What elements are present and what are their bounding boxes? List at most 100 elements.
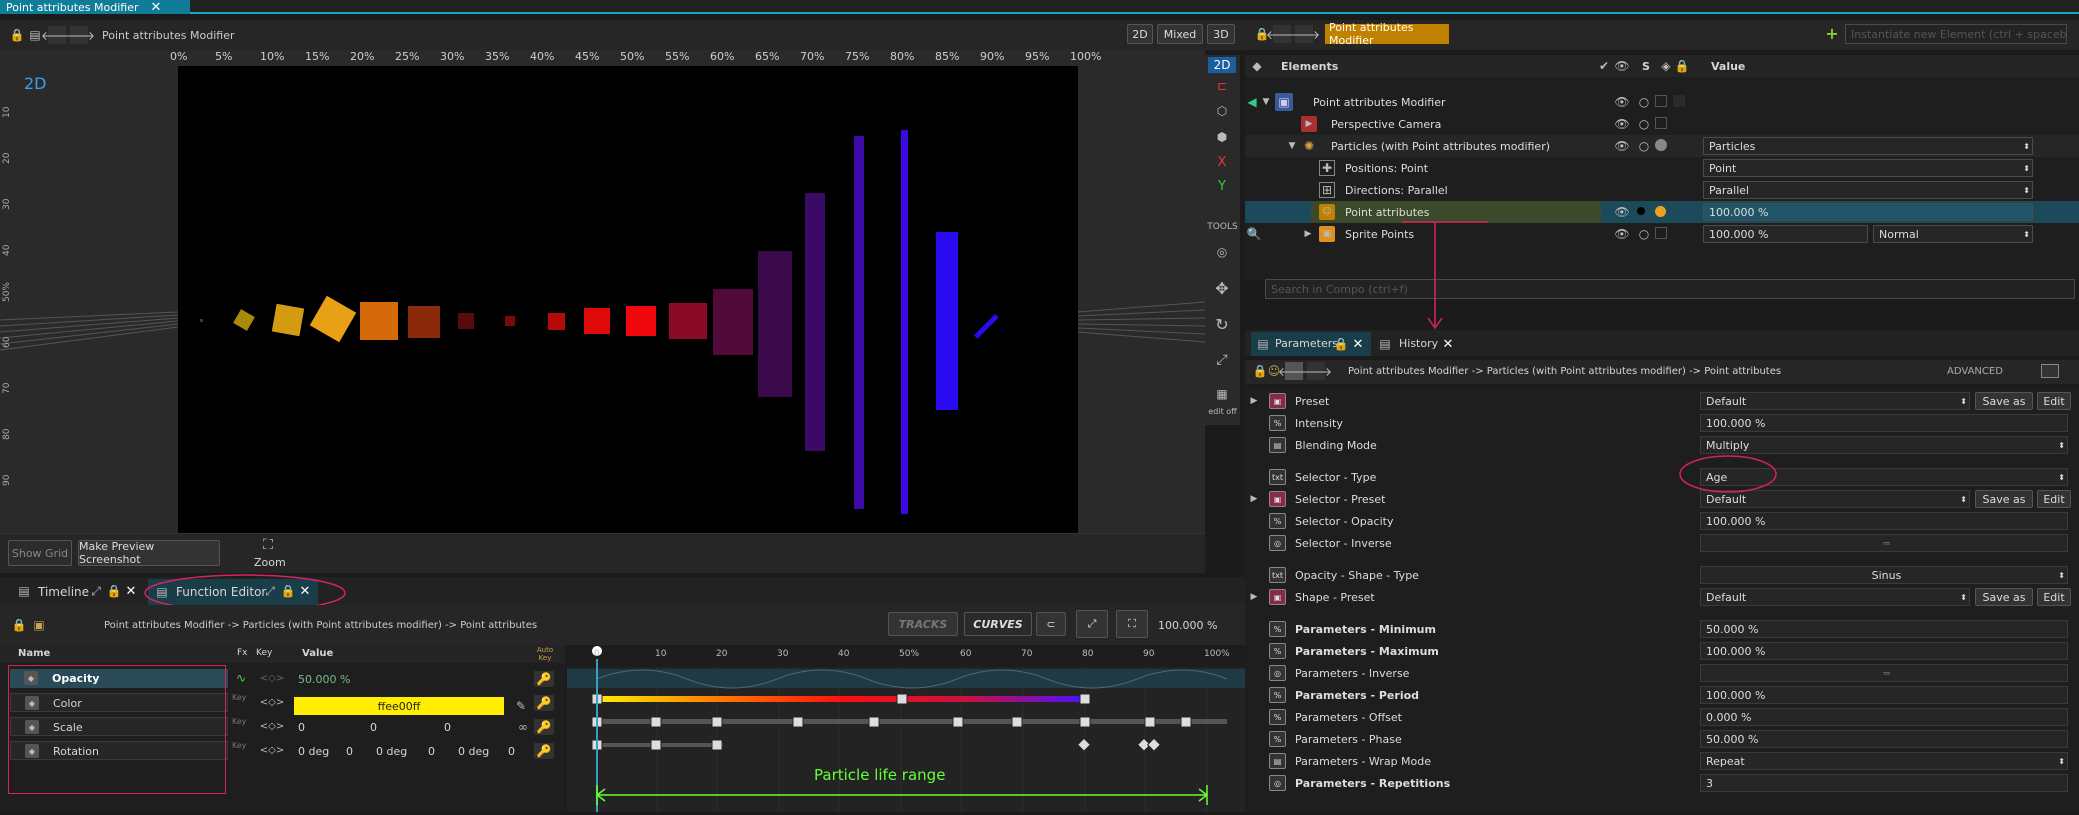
eye-icon[interactable]: 👁 [1614,117,1629,131]
param-value[interactable]: 50.000 % [1700,620,2068,638]
mode-2d-button[interactable]: 2D [1127,24,1153,44]
snap-icon[interactable]: ⊏ [1210,77,1234,95]
rotation-x-value[interactable]: 0 deg [298,745,329,758]
expand-icon[interactable]: ▶ [1249,590,1259,604]
tab-parameters[interactable]: ▤ Parameters 🔒 ✕ [1251,332,1371,356]
param-value[interactable]: Default ⬍ [1700,392,1970,410]
curves-button[interactable]: CURVES [964,612,1032,636]
color-tag-icon[interactable] [1655,227,1667,239]
edit-button[interactable]: Edit [2037,588,2071,606]
scale-link-icon[interactable]: ∞ [514,719,532,735]
param-row[interactable]: txt Selector - Type Age ⬍ [1245,466,2079,488]
point-attributes-intensity[interactable]: 100.000 % [1703,203,2033,221]
param-value[interactable]: 3 [1700,774,2068,792]
show-grid-button[interactable]: Show Grid [8,540,72,566]
element-row-directions[interactable]: ⊞ Directions: Parallel Parallel ⬍ [1245,179,2079,201]
directions-select[interactable]: Parallel ⬍ [1703,181,2033,199]
param-value[interactable]: Sinus ⬍ [1700,566,2068,584]
fe-lock-icon[interactable]: 🔒 [12,618,27,632]
sprite-blend-select[interactable]: Normal ⬍ [1873,225,2033,243]
save-as-button[interactable]: Save as [1975,392,2033,410]
timeline-lock-icon[interactable]: 🔒 [107,584,122,598]
target-icon[interactable]: ◎ [1210,241,1234,263]
rotate-icon[interactable]: ↻ [1210,313,1234,335]
opacity-key-arrows-icon[interactable]: <◇> [254,671,290,685]
param-row[interactable]: txt Opacity - Shape - Type Sinus ⬍ [1245,564,2079,586]
rotation-y-turns[interactable]: 0 [428,745,435,758]
close-icon[interactable]: ✕ [151,0,162,15]
param-row[interactable]: % Intensity 100.000 % [1245,412,2079,434]
solo-icon[interactable]: ○ [1637,95,1651,109]
tab-point-attributes-modifier[interactable]: Point attributes Modifier ✕ [0,0,190,15]
scale-z-value[interactable]: 0 [444,721,451,734]
zoom-icon[interactable]: ⛶ [256,536,280,554]
curve-mode-button[interactable]: ⊂ [1036,612,1066,636]
tab-timeline[interactable]: Timeline [38,585,89,599]
fit-horizontal-button[interactable]: ⤢ [1076,610,1108,638]
param-value[interactable]: 0.000 % [1700,708,2068,726]
scale-key-arrows-icon[interactable]: <◇> [254,719,290,733]
color-autokey-icon[interactable]: 🔑 [534,695,554,711]
preview-arrow-icon[interactable]: ◀ [1245,94,1259,110]
color-key-arrows-icon[interactable]: <◇> [254,695,290,709]
element-row-sprite-points[interactable]: ▶ ▣ Sprite Points 👁 ○ 100.000 % Normal ⬍ [1245,223,2079,245]
param-value[interactable]: 100.000 % [1700,686,2068,704]
param-value[interactable]: ═ [1700,664,2068,682]
rotation-key-arrows-icon[interactable]: <◇> [254,743,290,757]
rotation-x-turns[interactable]: 0 [346,745,353,758]
p-lock-icon[interactable]: 🔒 [1253,364,1268,378]
particles-type-select[interactable]: Particles ⬍ [1703,137,2033,155]
param-row[interactable]: ◎ Selector - Inverse ═ [1245,532,2079,554]
mode-mixed-button[interactable]: Mixed [1157,24,1203,44]
make-preview-screenshot-button[interactable]: Make Preview Screenshot [78,540,220,566]
render-canvas[interactable] [178,66,1078,533]
param-row[interactable]: ▶ ▣ Preset Default ⬍ Save as Edit [1245,390,2079,412]
expand-icon[interactable]: ▶ [1303,227,1313,241]
param-row[interactable]: % Parameters - Phase 50.000 % [1245,728,2079,750]
param-row[interactable]: % Parameters - Offset 0.000 % [1245,706,2079,728]
solo-icon[interactable]: ○ [1637,139,1651,153]
param-row[interactable]: ◎ Parameters - Repetitions 3 [1245,772,2079,794]
element-row-modifier[interactable]: ◀ ▼ ▣ Point attributes Modifier 👁 ○ [1245,91,2079,113]
param-row[interactable]: ▤ Blending Mode Multiply ⬍ [1245,434,2079,456]
parameters-close-icon[interactable]: ✕ [1351,336,1365,352]
lock-icon[interactable]: 🔒 [10,28,25,42]
param-value[interactable]: Default ⬍ [1700,588,1970,606]
opacity-autokey-icon[interactable]: 🔑 [534,671,554,687]
param-row[interactable]: % Parameters - Period 100.000 % [1245,684,2079,706]
parameters-lock-icon[interactable]: 🔒 [1334,337,1349,351]
color-tag-icon[interactable] [1655,95,1667,107]
rotation-z-value[interactable]: 0 deg [458,745,489,758]
search-compo-input[interactable]: Search in Compo (ctrl+f) [1265,279,2075,299]
cube-solid-icon[interactable]: ⬢ [1210,127,1234,147]
param-row[interactable]: ▶ ▣ Selector - Preset Default ⬍ Save as Edit [1245,488,2079,510]
param-row[interactable]: % Parameters - Minimum 50.000 % [1245,618,2079,640]
param-value[interactable]: ═ [1700,534,2068,552]
panel-icon[interactable]: ▤ [28,28,42,42]
p-forward-arrow-icon[interactable]: 🡒 [1300,362,1332,380]
solo-icon[interactable]: ○ [1637,227,1651,241]
timeline-close-icon[interactable]: ✕ [124,583,138,599]
save-as-button[interactable]: Save as [1975,588,2033,606]
edit-button[interactable]: Edit [2037,490,2071,508]
instantiate-element-input[interactable]: Instantiate new Element (ctrl + spacebar… [1845,24,2067,44]
param-value[interactable]: 100.000 % [1700,512,2068,530]
rotation-y-value[interactable]: 0 deg [376,745,407,758]
advanced-toggle[interactable] [2041,364,2059,378]
element-row-point-attributes[interactable]: ☺ Point attributes 👁 100.000 % [1245,201,2079,223]
grid-icon[interactable]: ▦ [1210,385,1234,403]
add-element-icon[interactable]: + [1823,24,1841,43]
color-tag-icon[interactable] [1655,139,1667,151]
tab-history[interactable]: History [1399,337,1438,350]
param-row[interactable]: ◎ Parameters - Inverse ═ [1245,662,2079,684]
mode-2d-tool[interactable]: 2D [1208,57,1236,73]
eye-icon[interactable]: 👁 [1614,227,1629,241]
cube-icon[interactable]: ⬡ [1210,101,1234,121]
fe-folder-icon[interactable]: ▣ [32,618,46,632]
opacity-value[interactable]: 50.000 % [298,673,350,686]
param-value[interactable]: 100.000 % [1700,642,2068,660]
param-row[interactable]: ▤ Parameters - Wrap Mode Repeat ⬍ [1245,750,2079,772]
edit-button[interactable]: Edit [2037,392,2071,410]
axis-y-toggle[interactable]: Y [1210,177,1234,195]
eye-icon[interactable]: 👁 [1614,95,1629,109]
